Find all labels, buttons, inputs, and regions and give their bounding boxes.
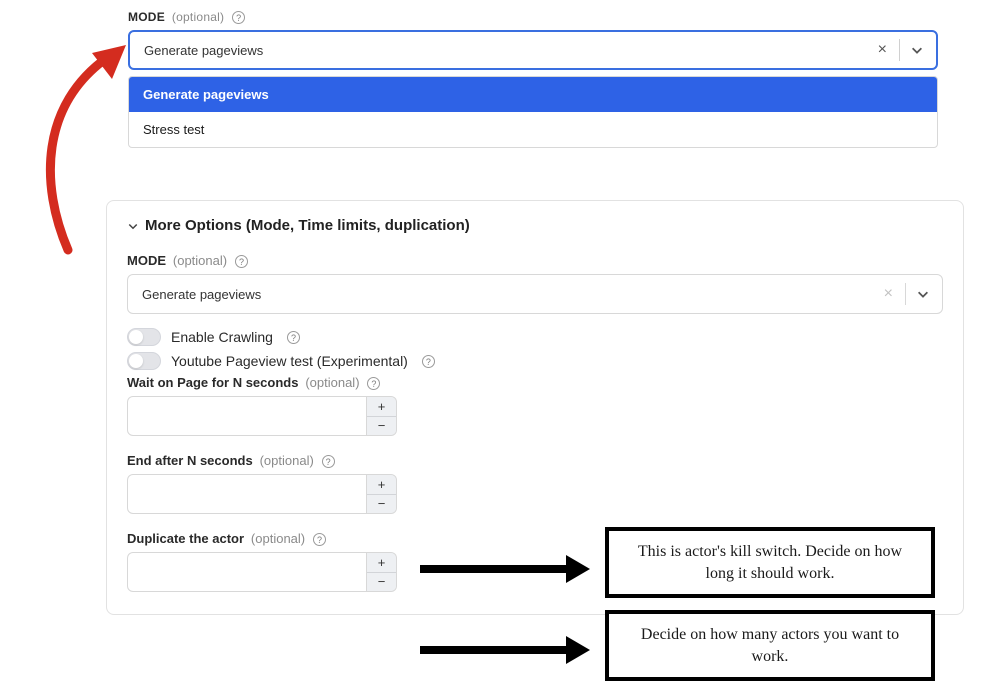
more-options-header[interactable]: More Options (Mode, Time limits, duplica…	[127, 217, 943, 234]
youtube-pageview-toggle[interactable]	[127, 352, 161, 370]
chevron-down-icon	[127, 220, 139, 232]
chevron-down-icon[interactable]	[912, 287, 934, 301]
kill-switch-callout: This is actor's kill switch. Decide on h…	[605, 527, 935, 598]
duplicate-callout: Decide on how many actors you want to wo…	[605, 610, 935, 681]
end-after-stepper: + −	[367, 474, 397, 514]
help-icon[interactable]: ?	[367, 377, 380, 390]
help-icon[interactable]: ?	[313, 533, 326, 546]
clear-icon[interactable]: ×	[878, 285, 899, 303]
wait-seconds-stepper: + −	[367, 396, 397, 436]
mode-inner-select[interactable]: Generate pageviews ×	[127, 274, 943, 314]
mode-top-select[interactable]: Generate pageviews ×	[128, 30, 938, 70]
help-icon[interactable]: ?	[235, 255, 248, 268]
end-after-label: End after N seconds (optional) ?	[127, 452, 943, 468]
enable-crawling-label: Enable Crawling	[171, 329, 273, 345]
help-icon[interactable]: ?	[232, 11, 245, 24]
wait-step-down[interactable]: −	[367, 417, 396, 436]
wait-seconds-input[interactable]	[127, 396, 367, 436]
clear-icon[interactable]: ×	[872, 41, 893, 59]
more-options-title: More Options (Mode, Time limits, duplica…	[145, 217, 470, 234]
wait-label: Wait on Page for N seconds (optional) ?	[127, 374, 943, 390]
help-icon[interactable]: ?	[287, 331, 300, 344]
mode-top-dropdown: Generate pageviews Stress test	[128, 76, 938, 148]
divider	[905, 283, 906, 305]
duplicate-stepper: + −	[367, 552, 397, 592]
end-after-input[interactable]	[127, 474, 367, 514]
mode-option-generate-pageviews[interactable]: Generate pageviews	[129, 77, 937, 112]
chevron-down-icon[interactable]	[906, 43, 928, 57]
mode-top-value: Generate pageviews	[144, 43, 872, 58]
divider	[899, 39, 900, 61]
youtube-pageview-label: Youtube Pageview test (Experimental)	[171, 353, 408, 369]
help-icon[interactable]: ?	[322, 455, 335, 468]
annotation-arrow	[420, 642, 590, 658]
end-step-up[interactable]: +	[367, 475, 396, 495]
mode-top-label: MODE (optional) ?	[128, 8, 938, 24]
mode-option-stress-test[interactable]: Stress test	[129, 112, 937, 147]
duplicate-actor-input[interactable]	[127, 552, 367, 592]
mode-inner-value: Generate pageviews	[142, 287, 878, 302]
mode-inner-label: MODE (optional) ?	[127, 252, 943, 268]
wait-step-up[interactable]: +	[367, 397, 396, 417]
help-icon[interactable]: ?	[422, 355, 435, 368]
dup-step-down[interactable]: −	[367, 573, 396, 592]
end-step-down[interactable]: −	[367, 495, 396, 514]
dup-step-up[interactable]: +	[367, 553, 396, 573]
enable-crawling-toggle[interactable]	[127, 328, 161, 346]
